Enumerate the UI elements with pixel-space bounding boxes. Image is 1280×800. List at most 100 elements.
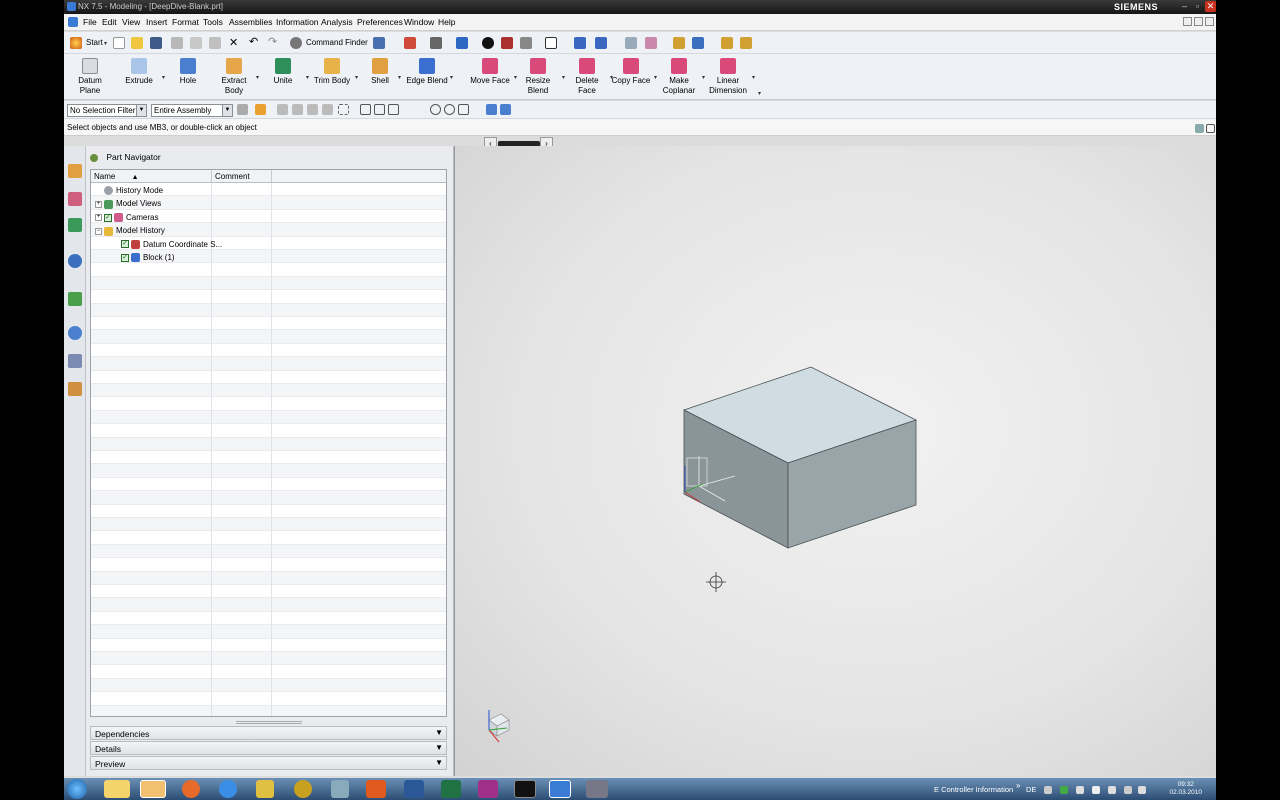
assembly-navigator-icon[interactable] <box>68 164 82 178</box>
unite-dropdown-icon[interactable]: ▾ <box>306 74 309 81</box>
linear-dimension-button[interactable]: Linear Dimension <box>706 54 750 96</box>
tree-node[interactable]: ✓ Datum Coordinate S... <box>112 238 222 251</box>
internet-explorer-icon[interactable] <box>68 292 82 306</box>
visibility-checkbox[interactable]: ✓ <box>104 213 112 222</box>
paste-icon[interactable] <box>209 37 221 49</box>
menu-window[interactable]: Window <box>404 17 434 27</box>
tree-node[interactable]: History Mode <box>95 184 163 197</box>
tray-icon[interactable] <box>1044 786 1052 794</box>
pin-icon[interactable] <box>90 153 98 162</box>
menu-preferences[interactable]: Preferences <box>357 17 403 27</box>
edit-section-icon[interactable] <box>545 37 557 49</box>
tree-node[interactable]: − Model History <box>95 224 165 237</box>
make-coplanar-dropdown-icon[interactable]: ▾ <box>702 74 705 81</box>
start-button[interactable]: Start <box>86 38 103 47</box>
tray-icon[interactable] <box>1108 786 1116 794</box>
explorer-taskbar-icon[interactable] <box>104 780 130 798</box>
nx-active-taskbar-icon[interactable] <box>549 780 571 798</box>
menu-help[interactable]: Help <box>438 17 455 27</box>
hole-button[interactable]: Hole <box>174 54 202 86</box>
menu-tools[interactable]: Tools <box>203 17 223 27</box>
select-body-icon[interactable] <box>307 104 318 115</box>
shaded-icon[interactable] <box>482 37 494 49</box>
delete-icon[interactable]: ✕ <box>229 36 238 49</box>
undo-icon[interactable]: ↶ <box>249 35 258 48</box>
copy-face-button[interactable]: Copy Face <box>610 54 652 86</box>
collapse-icon[interactable]: − <box>95 227 102 235</box>
snap-midpoint-icon[interactable] <box>388 104 399 115</box>
extrude-dropdown-icon[interactable]: ▾ <box>162 74 165 81</box>
trim-body-dropdown-icon[interactable]: ▾ <box>355 74 358 81</box>
snap-endpoint-icon[interactable] <box>374 104 385 115</box>
office-taskbar-icon[interactable] <box>366 780 386 798</box>
save-icon[interactable] <box>150 37 162 49</box>
orient-view-icon[interactable] <box>456 37 468 49</box>
tray-icon[interactable] <box>1060 786 1068 794</box>
select-face-icon[interactable] <box>277 104 288 115</box>
shell-button[interactable]: Shell <box>366 54 394 86</box>
visibility-checkbox[interactable]: ✓ <box>121 253 129 262</box>
constraint-icon[interactable] <box>645 37 657 49</box>
move-face-dropdown-icon[interactable]: ▾ <box>514 74 517 81</box>
roles-icon[interactable] <box>68 382 82 396</box>
tray-toolbar-label[interactable]: E Controller Information <box>934 785 1013 794</box>
settings-taskbar-icon[interactable] <box>586 780 608 798</box>
nx-app-icon[interactable] <box>67 2 76 11</box>
open-folder-icon[interactable] <box>131 37 143 49</box>
layer-icon[interactable] <box>520 37 532 49</box>
copy-icon[interactable] <box>190 37 202 49</box>
tree-node[interactable]: + Model Views <box>95 197 161 210</box>
linear-dimension-dropdown-icon[interactable]: ▾ <box>752 74 755 81</box>
tray-icon[interactable] <box>1076 786 1084 794</box>
history-icon[interactable] <box>68 326 82 340</box>
snap-control-point-icon[interactable] <box>402 104 413 115</box>
datum-plane-button[interactable]: Datum Plane <box>72 54 108 96</box>
expand-icon[interactable]: + <box>95 200 102 208</box>
render-style-icon[interactable] <box>430 37 442 49</box>
active-window-taskbar-icon[interactable] <box>140 780 166 798</box>
select-curve-icon[interactable] <box>322 104 333 115</box>
redo-icon[interactable]: ↷ <box>268 35 277 48</box>
minimize-button[interactable]: – <box>1179 1 1190 12</box>
menu-analysis[interactable]: Analysis <box>321 17 353 27</box>
panel-splitter[interactable] <box>236 721 302 724</box>
snap-bounded-grid-icon[interactable] <box>500 104 511 115</box>
rectangle-select-icon[interactable] <box>338 104 349 115</box>
measure-angle-icon[interactable] <box>740 37 752 49</box>
fit-view-icon[interactable] <box>404 37 416 49</box>
select-feature-icon[interactable] <box>255 104 266 115</box>
toolbar-options-icon[interactable]: ▾ <box>758 90 761 97</box>
show-hide-icon[interactable] <box>501 37 513 49</box>
tree-node[interactable]: ✓ Block (1) <box>112 251 175 264</box>
part-navigator-icon[interactable] <box>68 218 82 232</box>
make-coplanar-button[interactable]: Make Coplanar <box>662 54 696 96</box>
unite-button[interactable]: Unite <box>268 54 298 86</box>
snap-intersection-icon[interactable] <box>416 104 427 115</box>
word-icon[interactable] <box>404 780 424 798</box>
selection-scope-dropdown[interactable]: Entire Assembly ▼ <box>151 104 233 117</box>
extract-body-button[interactable]: Extract Body <box>216 54 252 96</box>
fullscreen-icon[interactable] <box>1206 124 1215 133</box>
block-solid[interactable] <box>682 366 918 549</box>
nx-taskbar-icon[interactable] <box>256 780 274 798</box>
snap-quadrant-icon[interactable] <box>444 104 455 115</box>
trim-body-button[interactable]: Trim Body <box>312 54 352 86</box>
tray-expand-icon[interactable]: » <box>1016 781 1020 790</box>
curve-analysis-icon[interactable] <box>692 37 704 49</box>
snap-point-on-curve-icon[interactable] <box>472 104 483 115</box>
menu-file[interactable]: File <box>83 17 97 27</box>
system-materials-icon[interactable] <box>68 354 82 368</box>
app-taskbar-icon[interactable] <box>294 780 312 798</box>
delete-face-button[interactable]: Delete Face <box>572 54 602 96</box>
move-component-icon[interactable] <box>574 37 586 49</box>
doc-close-button[interactable] <box>1205 17 1214 26</box>
menu-format[interactable]: Format <box>172 17 199 27</box>
snap-arc-center-icon[interactable] <box>430 104 441 115</box>
select-edge-icon[interactable] <box>292 104 303 115</box>
volume-icon[interactable] <box>1138 786 1146 794</box>
resize-blend-button[interactable]: Resize Blend <box>522 54 554 96</box>
tray-icon[interactable] <box>1092 786 1100 794</box>
restore-button[interactable]: ▫ <box>1192 1 1203 12</box>
menu-assemblies[interactable]: Assemblies <box>229 17 272 27</box>
copy-face-dropdown-icon[interactable]: ▾ <box>654 74 657 81</box>
